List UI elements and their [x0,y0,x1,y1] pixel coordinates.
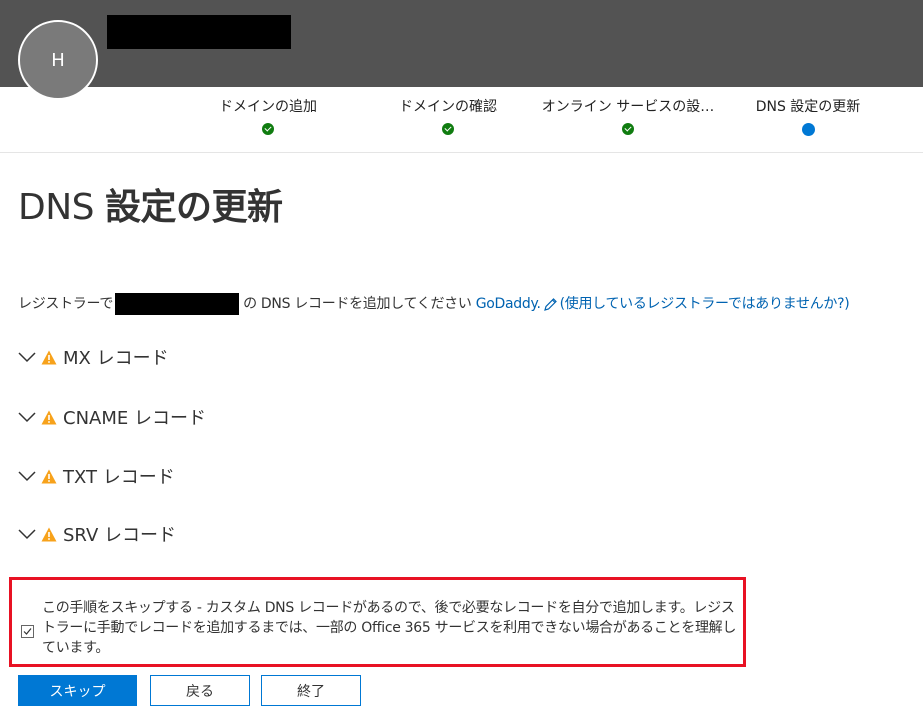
check-circle-icon [262,123,274,135]
chevron-down-icon [18,529,36,540]
accordion-label: CNAME レコード [63,408,206,429]
redacted-block [107,15,291,49]
desc-before: レジストラーで [18,296,114,312]
step-verify-domain: ドメインの確認 [358,97,538,135]
step-update-dns: DNS 設定の更新 [718,97,898,136]
wizard-steps: ドメインの追加 ドメインの確認 オンライン サービスの設… DNS 設定の更新 [0,87,923,153]
registrar-description: レジストラーで の DNS レコードを追加してください GoDaddy. (使用して… [18,292,850,316]
not-my-registrar-link[interactable]: (使用しているレジストラーではありませんか?) [560,296,850,312]
checkmark-icon [23,628,32,635]
skip-button[interactable]: スキップ [18,675,137,706]
skip-checkbox[interactable] [21,625,34,638]
current-step-dot-icon [801,123,815,136]
skip-option-highlight: この手順をスキップする - カスタム DNS レコードがあるので、後で必要なレコ… [9,577,746,667]
skip-option-text: この手順をスキップする - カスタム DNS レコードがあるので、後で必要なレコ… [42,600,737,656]
step-label: オンライン サービスの設… [541,99,715,115]
check-circle-icon [442,123,454,135]
avatar[interactable]: H [18,20,98,100]
accordion-label: TXT レコード [63,467,175,488]
accordion-txt-records[interactable]: TXT レコード [18,463,175,489]
accordion-label: MX レコード [63,348,169,369]
page-title-prefix: DNS [18,187,95,228]
redacted-domain [115,293,240,315]
warning-icon [41,527,57,541]
accordion-srv-records[interactable]: SRV レコード [18,521,176,547]
step-label: ドメインの追加 [219,99,317,115]
step-label: ドメインの確認 [399,99,497,115]
accordion-cname-records[interactable]: CNAME レコード [18,404,206,430]
step-online-services: オンライン サービスの設… [538,97,718,135]
back-button[interactable]: 戻る [150,675,250,706]
accordion-label: SRV レコード [63,525,176,546]
chevron-down-icon [18,471,36,482]
warning-icon [41,410,57,424]
check-circle-icon [622,123,634,135]
desc-after: の DNS レコードを追加してください [243,296,472,312]
warning-icon [41,469,57,483]
chevron-down-icon [18,412,36,423]
page-title-bold: 設定の更新 [104,187,283,228]
step-label: DNS 設定の更新 [755,99,861,115]
avatar-initial: H [51,49,65,71]
pencil-icon[interactable] [543,297,558,312]
page-title: DNS 設定の更新 [18,178,283,230]
registrar-link[interactable]: GoDaddy. [476,296,541,312]
chevron-down-icon [18,352,36,363]
step-add-domain: ドメインの追加 [178,97,358,135]
top-header [0,0,923,87]
finish-button[interactable]: 終了 [261,675,361,706]
accordion-mx-records[interactable]: MX レコード [18,344,169,370]
warning-icon [41,350,57,364]
